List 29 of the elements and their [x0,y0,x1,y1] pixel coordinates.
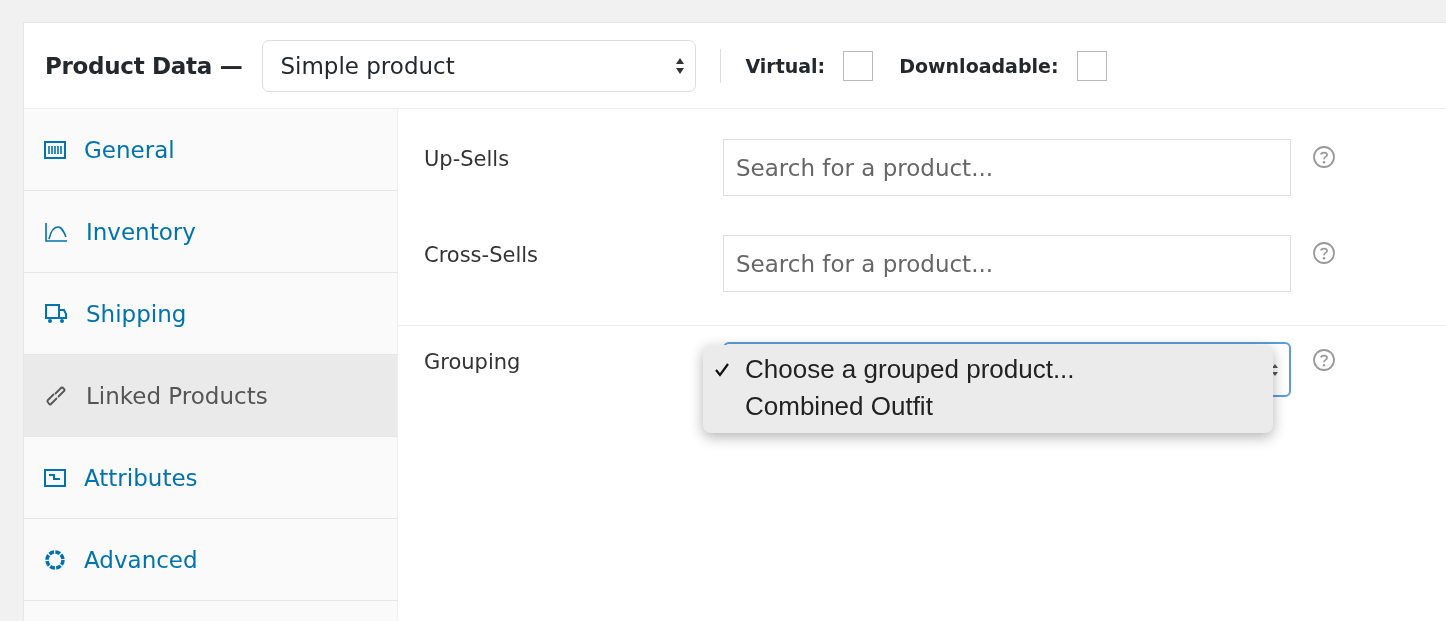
field-label: Up-Sells [424,146,511,171]
menu-option[interactable]: Choose a grouped product... [703,351,1273,388]
sidebar-tab[interactable]: Linked Products [24,355,397,437]
updown-arrows-icon [1271,362,1279,377]
field-label: Grouping [424,349,522,374]
help-icon[interactable] [1312,145,1336,169]
chart-icon [44,221,68,242]
help-icon[interactable] [1312,348,1336,372]
search-field[interactable]: Search for a product... [723,139,1291,196]
updown-arrows-icon [675,56,686,75]
help-icon[interactable] [1312,241,1336,265]
sidebar-tab[interactable]: General [24,109,397,191]
field-label: Cross-Sells [424,242,539,267]
card-icon [44,468,66,487]
sidebar-tab[interactable]: Advanced [24,519,397,601]
sidebar-tab[interactable]: Attributes [24,437,397,519]
product-type-select[interactable]: Simple product [262,39,697,92]
sidebar-tab[interactable]: Inventory [24,191,397,273]
barcode-card-icon [44,140,66,159]
truck-icon [44,302,68,325]
checkbox[interactable] [843,50,874,81]
gear-icon [44,548,66,571]
panel-title: Product Data — [45,52,243,79]
option-label: Downloadable: [899,54,1059,77]
search-field[interactable]: Search for a product... [723,235,1291,292]
option-label: Virtual: [745,54,826,77]
checkbox[interactable] [1076,50,1107,81]
menu-option[interactable]: Combined Outfit [703,388,1273,425]
link-icon [44,383,68,408]
